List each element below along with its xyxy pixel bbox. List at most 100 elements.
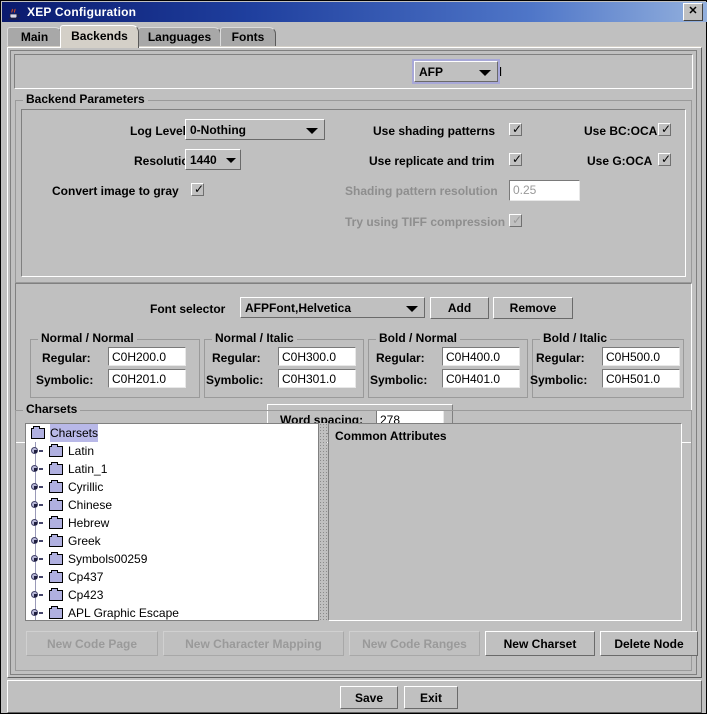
backend-parameters-inner: Log Level 0-Nothing Use shading patterns…	[21, 109, 686, 277]
symbolic-field[interactable]: C0H401.0	[442, 369, 520, 388]
tree-expand-icon[interactable]	[31, 591, 43, 600]
folder-icon	[49, 498, 63, 511]
symbolic-field[interactable]: C0H501.0	[602, 369, 680, 388]
delete-node-button[interactable]: Delete Node	[600, 631, 698, 656]
tree-node[interactable]: Latin_1	[26, 460, 318, 478]
charsets-tree[interactable]: Charsets Latin Latin_1 Cyrillic Chinese Hebre…	[25, 423, 319, 621]
exit-button[interactable]: Exit	[404, 686, 458, 709]
symbolic-label: Symbolic:	[206, 373, 264, 387]
log-level-combo[interactable]: 0-Nothing	[185, 119, 325, 140]
tree-node[interactable]: Cp437	[26, 568, 318, 586]
symbolic-field[interactable]: C0H301.0	[278, 369, 356, 388]
tab-content-backends: Select backend AFP Backend Parameters Lo…	[7, 47, 702, 678]
symbolic-label: Symbolic:	[36, 373, 94, 387]
tree-expand-icon[interactable]	[31, 609, 43, 618]
tree-expand-icon[interactable]	[31, 483, 43, 492]
tree-node[interactable]: Latin	[26, 442, 318, 460]
tree-attributes-splitter[interactable]	[319, 423, 327, 621]
new-charset-button[interactable]: New Charset	[485, 631, 595, 656]
resolution-combo[interactable]: 1440	[185, 149, 241, 170]
use-shading-patterns-label: Use shading patterns	[373, 124, 496, 138]
regular-field[interactable]: C0H200.0	[108, 347, 186, 366]
font-group-title: Normal / Italic	[212, 332, 297, 345]
chevron-down-icon	[306, 127, 318, 134]
close-icon[interactable]: ✕	[683, 3, 703, 21]
folder-icon	[49, 606, 63, 619]
remove-font-button[interactable]: Remove	[493, 297, 573, 319]
title-bar: XEP Configuration ✕	[2, 2, 707, 22]
font-selector-label: Font selector	[150, 302, 226, 316]
tree-node-label: Cp423	[68, 588, 104, 602]
folder-icon	[49, 570, 63, 583]
tab-fonts[interactable]: Fonts	[220, 27, 276, 47]
tree-node[interactable]: Greek	[26, 532, 318, 550]
tree-expand-icon[interactable]	[31, 573, 43, 582]
save-button[interactable]: Save	[340, 686, 398, 709]
tab-backends[interactable]: Backends	[60, 25, 139, 48]
tree-expand-icon[interactable]	[31, 501, 43, 510]
resolution-value: 1440	[190, 153, 217, 167]
regular-field[interactable]: C0H400.0	[442, 347, 520, 366]
tree-node-label: Cyrillic	[68, 480, 104, 494]
folder-icon	[49, 516, 63, 529]
tree-node[interactable]: Symbols00259	[26, 550, 318, 568]
use-replicate-and-trim-checkbox[interactable]: ✓	[509, 153, 522, 166]
tree-expand-icon[interactable]	[31, 465, 43, 474]
new-code-page-button[interactable]: New Code Page	[26, 631, 158, 656]
select-backend-combo[interactable]: AFP	[412, 59, 500, 84]
content-inner-panel: Select backend AFP Backend Parameters Lo…	[10, 50, 698, 675]
use-bcoca-checkbox[interactable]: ✓	[658, 123, 671, 136]
font-group-title: Bold / Italic	[540, 332, 611, 345]
convert-image-to-gray-checkbox[interactable]: ✓	[191, 183, 204, 196]
backend-parameters-title: Backend Parameters	[23, 93, 148, 106]
tree-expand-icon[interactable]	[31, 537, 43, 546]
tree-node-label: Chinese	[68, 498, 113, 512]
regular-field[interactable]: C0H500.0	[602, 347, 680, 366]
tree-node[interactable]: Charsets	[26, 424, 318, 442]
regular-label: Regular:	[42, 351, 91, 365]
tree-node[interactable]: Cyrillic	[26, 478, 318, 496]
log-level-label: Log Level	[130, 124, 187, 138]
use-bcoca-label: Use BC:OCA	[584, 124, 658, 138]
window-title: XEP Configuration	[27, 5, 137, 19]
try-using-tiff-compression-label: Try using TIFF compression	[345, 215, 506, 229]
shading-pattern-resolution-field[interactable]: 0.25	[509, 180, 580, 201]
xep-configuration-window: XEP Configuration ✕ Main Backends Langua…	[0, 0, 707, 714]
tree-node[interactable]: Chinese	[26, 496, 318, 514]
tab-bar: Main Backends Languages Fonts	[7, 25, 702, 48]
use-goca-checkbox[interactable]: ✓	[658, 153, 671, 166]
use-goca-label: Use G:OCA	[587, 154, 653, 168]
tree-expand-icon[interactable]	[31, 519, 43, 528]
common-attributes-panel: Common Attributes	[328, 423, 682, 621]
tree-body: Charsets Latin Latin_1 Cyrillic Chinese Hebre…	[26, 424, 318, 620]
folder-icon	[49, 588, 63, 601]
tab-languages[interactable]: Languages	[138, 27, 221, 47]
tree-node-label: Latin	[68, 444, 95, 458]
new-character-mapping-button[interactable]: New Character Mapping	[163, 631, 344, 656]
use-shading-patterns-checkbox[interactable]: ✓	[509, 123, 522, 136]
tree-node-label: Symbols00259	[68, 552, 148, 566]
backend-parameters-group: Backend Parameters Log Level 0-Nothing U…	[15, 93, 692, 283]
tree-expand-icon[interactable]	[31, 447, 43, 456]
font-selector-combo[interactable]: AFPFont,Helvetica	[240, 297, 425, 318]
tree-expand-icon[interactable]	[31, 555, 43, 564]
tab-main[interactable]: Main	[7, 27, 62, 47]
chevron-down-icon	[226, 157, 236, 163]
regular-field[interactable]: C0H300.0	[278, 347, 356, 366]
folder-icon	[49, 480, 63, 493]
regular-label: Regular:	[212, 351, 261, 365]
dialog-button-bar: Save Exit	[7, 680, 702, 713]
tree-node[interactable]: APL Graphic Escape	[26, 604, 318, 620]
tree-node[interactable]: Hebrew	[26, 514, 318, 532]
select-backend-value: AFP	[419, 65, 443, 79]
tree-node[interactable]: Cp423	[26, 586, 318, 604]
symbolic-field[interactable]: C0H201.0	[108, 369, 186, 388]
use-replicate-and-trim-label: Use replicate and trim	[369, 154, 495, 168]
java-coffee-cup-icon	[5, 3, 23, 21]
try-using-tiff-compression-checkbox[interactable]: ✓	[509, 214, 522, 227]
tree-node-label: Hebrew	[68, 516, 110, 530]
folder-icon	[49, 552, 63, 565]
add-font-button[interactable]: Add	[430, 297, 489, 319]
new-code-ranges-button[interactable]: New Code Ranges	[349, 631, 480, 656]
convert-image-to-gray-label: Convert image to gray	[52, 184, 179, 198]
